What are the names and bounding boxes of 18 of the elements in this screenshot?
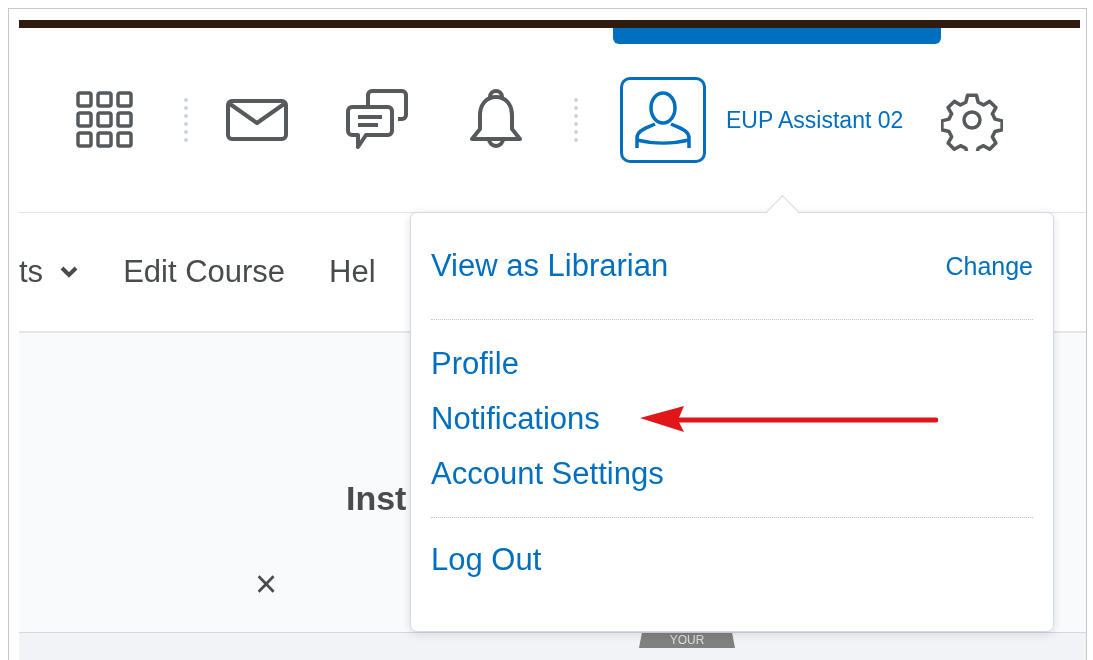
- menu-item[interactable]: Notifications: [431, 391, 600, 446]
- grid-icon[interactable]: [76, 91, 134, 149]
- close-button[interactable]: ×: [255, 565, 278, 603]
- change-link[interactable]: Change: [945, 251, 1033, 281]
- menu-item[interactable]: Log Out: [431, 532, 542, 587]
- chat-icon[interactable]: [346, 89, 408, 151]
- bell-icon[interactable]: [468, 89, 524, 151]
- page-tab[interactable]: YOUR: [639, 633, 735, 648]
- user-name[interactable]: EUP Assistant 02: [726, 106, 904, 134]
- page-heading: Inst: [346, 479, 407, 518]
- mail-icon[interactable]: [226, 99, 288, 141]
- nav-link[interactable]: Hel: [329, 254, 376, 290]
- avatar-icon[interactable]: [620, 77, 706, 163]
- role-link[interactable]: View as Librarian: [431, 248, 669, 284]
- menu-item[interactable]: Account Settings: [431, 446, 664, 501]
- nav-link[interactable]: Edit Course: [123, 254, 286, 290]
- nav-link[interactable]: ts: [19, 254, 80, 290]
- menu-item[interactable]: Profile: [431, 336, 519, 391]
